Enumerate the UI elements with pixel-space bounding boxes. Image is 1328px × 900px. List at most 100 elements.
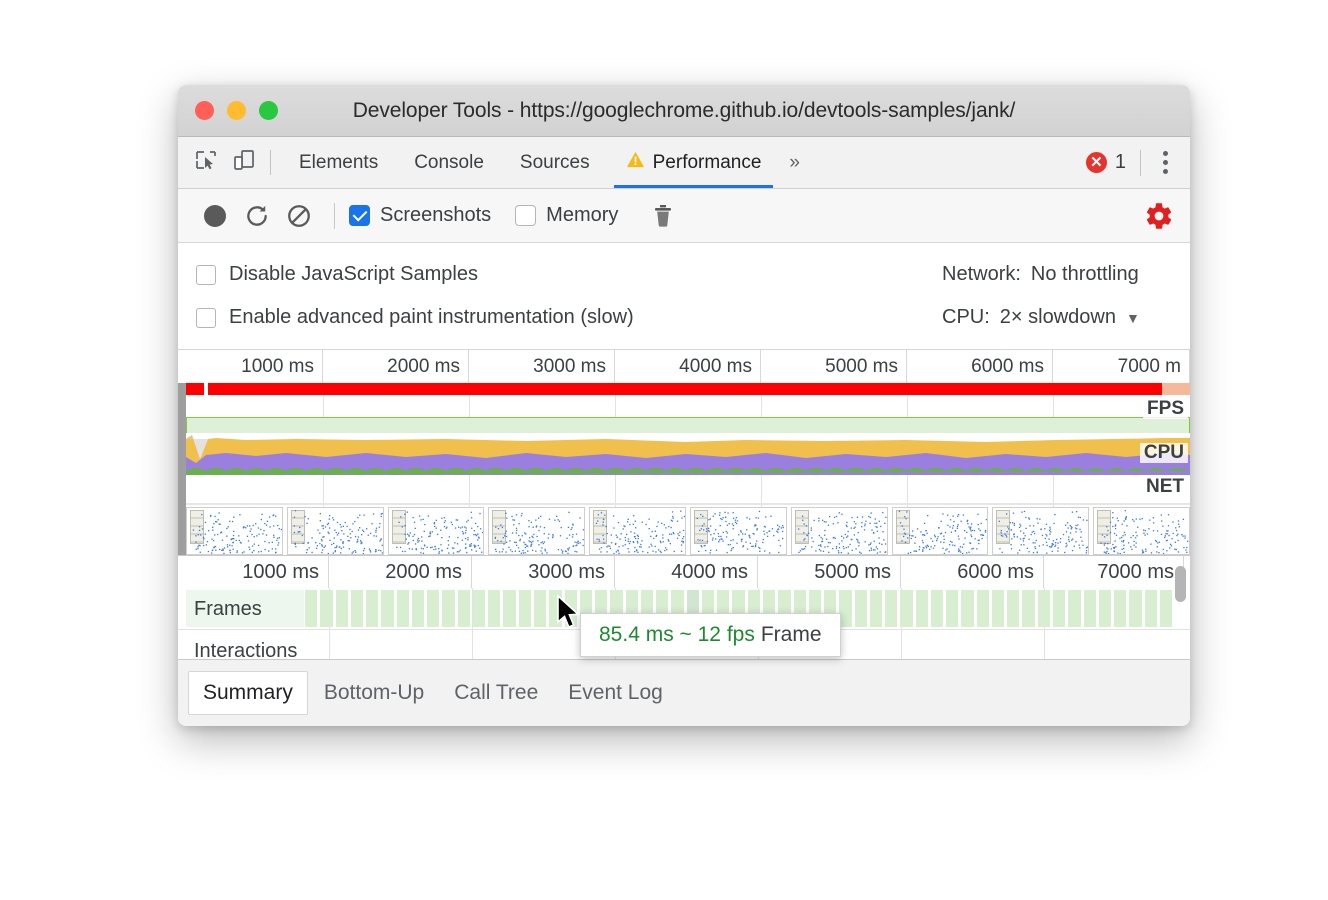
filmstrip-frame[interactable] — [1093, 507, 1190, 555]
frame-bar[interactable] — [412, 590, 424, 627]
clear-recording-button[interactable] — [278, 195, 320, 237]
cpu-value: 2× slowdown — [1000, 306, 1116, 329]
timeline-overview[interactable]: 1000 ms 2000 ms 3000 ms 4000 ms 5000 ms … — [178, 350, 1190, 555]
overview-cpu-band: CPU — [178, 433, 1190, 475]
frame-bar[interactable] — [900, 590, 912, 627]
frame-bar[interactable] — [427, 590, 439, 627]
network-value: No throttling — [1031, 263, 1139, 286]
filmstrip-frame[interactable] — [186, 507, 283, 555]
filmstrip-frame[interactable] — [589, 507, 686, 555]
disable-js-samples-checkbox[interactable]: Disable JavaScript Samples — [196, 263, 478, 286]
frame-bar[interactable] — [946, 590, 958, 627]
tab-call-tree[interactable]: Call Tree — [440, 673, 552, 713]
frame-bar[interactable] — [992, 590, 1004, 627]
frame-bar[interactable] — [397, 590, 409, 627]
tab-bottom-up[interactable]: Bottom-Up — [310, 673, 438, 713]
detail-ruler: 1000 ms 2000 ms 3000 ms 4000 ms 5000 ms … — [178, 556, 1190, 588]
frame-bar[interactable] — [1129, 590, 1141, 627]
tab-event-log[interactable]: Event Log — [554, 673, 677, 713]
filmstrip-frame[interactable] — [287, 507, 384, 555]
frame-bar[interactable] — [1084, 590, 1096, 627]
red-bar-gap — [204, 383, 208, 395]
screenshot-thumbnail — [993, 508, 1088, 554]
cpu-band-label: CPU — [1140, 443, 1188, 463]
frame-bar[interactable] — [458, 590, 470, 627]
collect-garbage-button[interactable] — [642, 195, 684, 237]
frame-bar[interactable] — [1068, 590, 1080, 627]
filmstrip-frame[interactable] — [388, 507, 485, 555]
disable-js-samples-label: Disable JavaScript Samples — [229, 263, 478, 286]
detail-tick: 6000 ms — [901, 556, 1044, 588]
reload-and-record-button[interactable] — [236, 195, 278, 237]
tab-elements[interactable]: Elements — [281, 137, 396, 188]
frame-bar[interactable] — [519, 590, 531, 627]
filmstrip-frame[interactable] — [992, 507, 1089, 555]
cpu-throttling-select[interactable]: CPU: 2× slowdown ▼ — [942, 306, 1140, 329]
cpu-chevron-down-icon: ▼ — [1126, 310, 1140, 326]
frame-bar[interactable] — [534, 590, 546, 627]
memory-checkbox[interactable]: Memory — [515, 204, 618, 227]
frame-bar[interactable] — [1114, 590, 1126, 627]
capture-settings-button[interactable] — [1144, 201, 1174, 231]
frame-bar[interactable] — [1007, 590, 1019, 627]
network-throttling-select[interactable]: Network: No throttling — [942, 263, 1139, 286]
screenshots-checkbox[interactable]: Screenshots — [349, 204, 491, 227]
zoom-button[interactable] — [259, 101, 278, 120]
advanced-paint-checkbox[interactable]: Enable advanced paint instrumentation (s… — [196, 306, 634, 329]
frame-bar[interactable] — [916, 590, 928, 627]
frame-bar[interactable] — [1053, 590, 1065, 627]
detail-vertical-scrollbar[interactable] — [1175, 566, 1186, 602]
frame-bar[interactable] — [336, 590, 348, 627]
red-bar-tail — [1162, 383, 1190, 395]
close-button[interactable] — [195, 101, 214, 120]
tab-performance[interactable]: Performance — [608, 137, 780, 188]
record-toolbar-divider — [334, 203, 335, 229]
frame-bar[interactable] — [381, 590, 393, 627]
filmstrip-frame[interactable] — [690, 507, 787, 555]
frame-bar[interactable] — [351, 590, 363, 627]
frame-bar[interactable] — [1145, 590, 1157, 627]
tab-console-label: Console — [414, 152, 484, 174]
tab-sources[interactable]: Sources — [502, 137, 608, 188]
frame-bar[interactable] — [839, 590, 851, 627]
kebab-menu-icon[interactable] — [1157, 147, 1174, 178]
error-count: 1 — [1115, 151, 1126, 174]
screenshot-thumbnail — [893, 508, 988, 554]
screenshots-label: Screenshots — [380, 204, 491, 227]
frame-bar[interactable] — [488, 590, 500, 627]
frame-bar[interactable] — [1099, 590, 1111, 627]
screenshot-thumbnail — [489, 508, 584, 554]
filmstrip-frame[interactable] — [791, 507, 888, 555]
mouse-cursor — [556, 594, 582, 637]
error-badge[interactable]: ✕ 1 — [1086, 151, 1140, 174]
frame-bar[interactable] — [1038, 590, 1050, 627]
filmstrip-frame[interactable] — [488, 507, 585, 555]
overview-tick: 3000 ms — [469, 350, 615, 383]
frame-bar[interactable] — [320, 590, 332, 627]
frame-bar[interactable] — [931, 590, 943, 627]
overview-ruler: 1000 ms 2000 ms 3000 ms 4000 ms 5000 ms … — [178, 350, 1190, 383]
frame-bar[interactable] — [1022, 590, 1034, 627]
record-button[interactable] — [194, 195, 236, 237]
tab-summary[interactable]: Summary — [188, 671, 308, 715]
frame-bar[interactable] — [305, 590, 317, 627]
tab-console[interactable]: Console — [396, 137, 502, 188]
filmstrip-frame[interactable] — [892, 507, 989, 555]
device-toolbar-icon[interactable] — [232, 148, 256, 177]
frame-bar[interactable] — [855, 590, 867, 627]
frame-bar[interactable] — [442, 590, 454, 627]
frame-bar[interactable] — [961, 590, 973, 627]
interactions-track-label: Interactions — [194, 630, 297, 672]
inspect-element-icon[interactable] — [194, 148, 218, 177]
more-tabs-icon[interactable]: » — [779, 137, 810, 188]
frame-bar[interactable] — [503, 590, 515, 627]
frame-bar[interactable] — [473, 590, 485, 627]
frame-bar[interactable] — [885, 590, 897, 627]
minimize-button[interactable] — [227, 101, 246, 120]
overview-filmstrip[interactable] — [178, 507, 1190, 555]
detail-tick: 2000 ms — [329, 556, 472, 588]
frame-bar[interactable] — [870, 590, 882, 627]
frame-bar[interactable] — [366, 590, 378, 627]
frame-bar[interactable] — [1160, 590, 1172, 627]
frame-bar[interactable] — [977, 590, 989, 627]
